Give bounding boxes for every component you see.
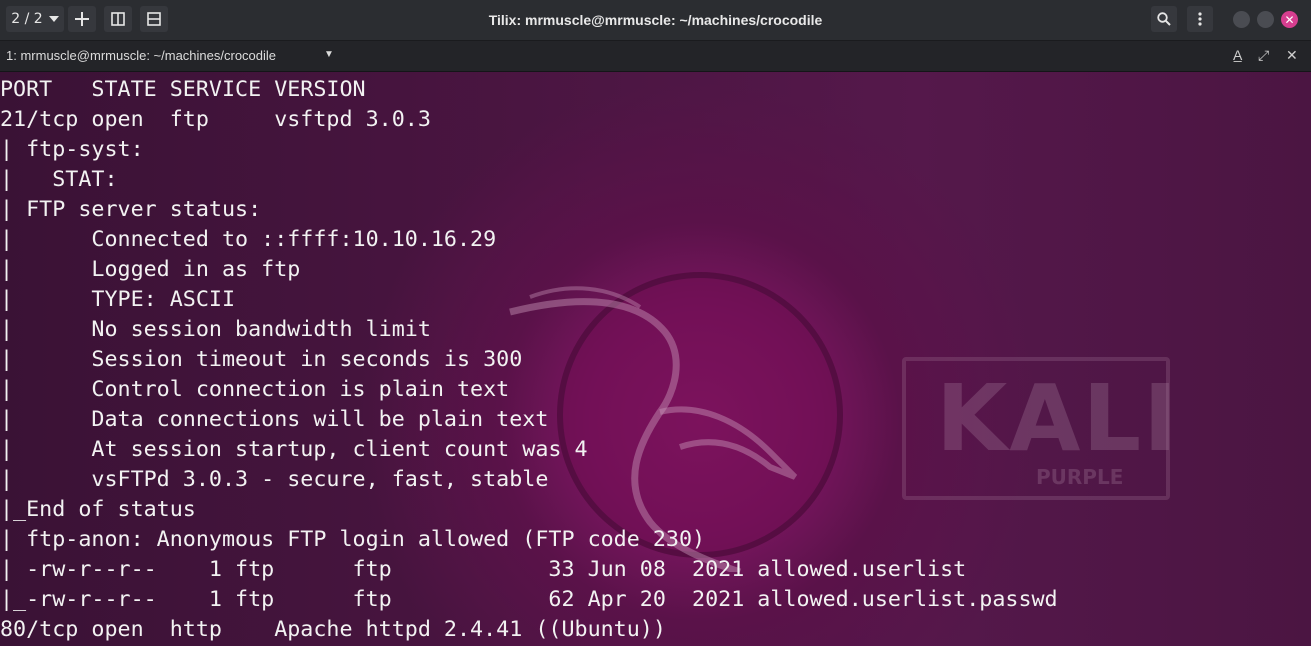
terminal-line: | STAT:: [0, 167, 118, 192]
terminal-line: | ftp-syst:: [0, 137, 144, 162]
terminal-line: | vsFTPd 3.0.3 - secure, fast, stable: [0, 467, 549, 492]
menu-icon: [1198, 12, 1202, 26]
terminal-line: | Logged in as ftp: [0, 257, 301, 282]
terminal-output[interactable]: KALI PURPLE PORT STATE SERVICE VERSION 21…: [0, 72, 1311, 646]
window-title: Tilix: mrmuscle@mrmuscle: ~/machines/cro…: [488, 12, 823, 28]
terminal-line: | ftp-anon: Anonymous FTP login allowed …: [0, 527, 706, 552]
terminal-menu-chevron-icon[interactable]: ▼: [324, 49, 334, 60]
terminal-line: | FTP server status:: [0, 197, 262, 222]
terminal-line: 21/tcp open ftp vsftpd 3.0.3: [0, 107, 431, 132]
terminal-line: | Session timeout in seconds is 300: [0, 347, 523, 372]
close-window-button[interactable]: ✕: [1281, 11, 1298, 28]
terminal-line: 80/tcp open http Apache httpd 2.4.41 ((U…: [0, 617, 666, 642]
search-button[interactable]: [1151, 6, 1177, 32]
terminal-line: | Data connections will be plain text: [0, 407, 549, 432]
close-icon: ✕: [1284, 12, 1295, 27]
menu-button[interactable]: [1187, 6, 1213, 32]
terminal-title[interactable]: 1: mrmuscle@mrmuscle: ~/machines/crocodi…: [6, 48, 276, 63]
terminal-line: PORT STATE SERVICE VERSION: [0, 77, 366, 102]
terminal-line: | At session startup, client count was 4: [0, 437, 588, 462]
terminal-line: | Connected to ::ffff:10.10.16.29: [0, 227, 497, 252]
close-terminal-icon[interactable]: ✕: [1286, 47, 1298, 64]
terminal-line: | No session bandwidth limit: [0, 317, 431, 342]
read-only-toggle-icon[interactable]: A̲: [1233, 47, 1242, 63]
terminal-title-bar: 1: mrmuscle@mrmuscle: ~/machines/crocodi…: [0, 41, 1311, 72]
search-icon: [1157, 12, 1171, 26]
maximize-terminal-icon[interactable]: ⤢: [1258, 47, 1269, 64]
terminal-lines: PORT STATE SERVICE VERSION 21/tcp open ft…: [0, 75, 1058, 645]
terminal-line: | -rw-r--r-- 1 ftp ftp 33 Jun 08 2021 al…: [0, 557, 967, 582]
terminal-line: |_End of status: [0, 497, 196, 522]
minimize-button[interactable]: [1233, 11, 1250, 28]
terminal-line: | Control connection is plain text: [0, 377, 510, 402]
title-bar: 2 / 2 Tilix: mrmuscle@mrmuscle: ~/machin…: [0, 0, 1311, 41]
terminal-line: |_-rw-r--r-- 1 ftp ftp 62 Apr 20 2021 al…: [0, 587, 1058, 612]
terminal-line: | TYPE: ASCII: [0, 287, 236, 312]
maximize-button[interactable]: [1257, 11, 1274, 28]
